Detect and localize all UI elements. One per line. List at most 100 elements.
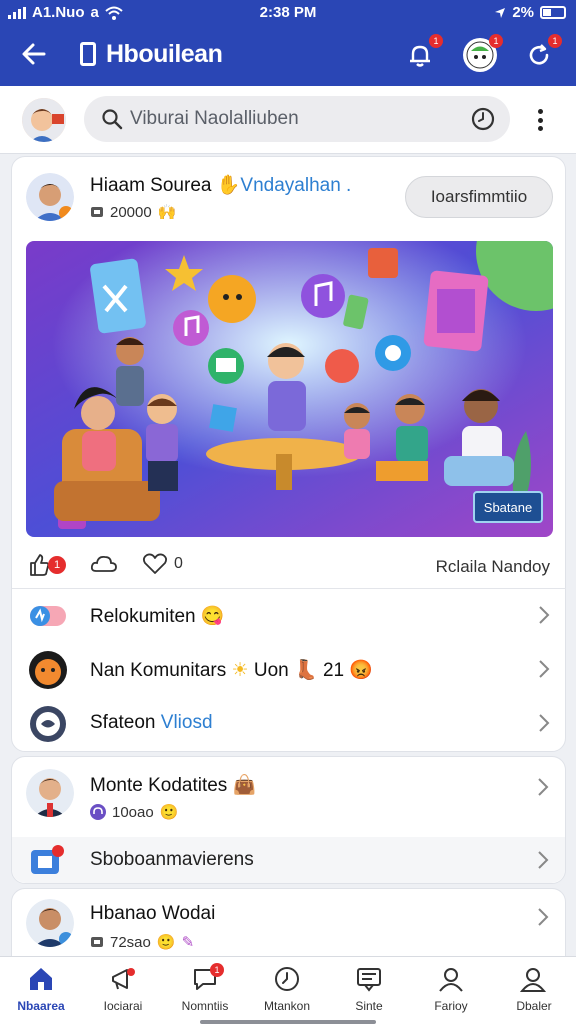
more-options-icon[interactable]	[530, 106, 550, 134]
timer-icon[interactable]	[470, 106, 496, 132]
nav-label: Nomntiis	[181, 999, 229, 1013]
chevron-right-icon	[538, 851, 549, 869]
community-sub-label: Sboboanmavierens	[90, 849, 254, 870]
app-bar: Hbouilean 1 1 1	[0, 26, 576, 86]
speech-bubble-icon	[30, 706, 66, 742]
community-count: 10oao	[112, 803, 154, 821]
chevron-right-icon	[539, 660, 550, 678]
community-2-avatar[interactable]	[26, 899, 74, 947]
arrow-left-icon	[22, 43, 46, 65]
list-item-label: Relokumiten 😋	[90, 606, 225, 627]
chevron-right-icon	[538, 778, 549, 796]
smile-emoji-icon: 🙂	[159, 804, 179, 821]
sticker-icon: ✎	[181, 934, 195, 951]
smile-emoji-icon: 🙂	[156, 934, 176, 951]
follow-button[interactable]: Ioarsfimmtiio	[405, 176, 553, 218]
community-card-2[interactable]: Hbanao Wodai 72sao 🙂 ✎	[11, 888, 566, 964]
chevron-right-icon	[539, 606, 550, 624]
list-item-sfateon[interactable]: Sfateon Vliosd	[12, 697, 566, 751]
list-item-label: Sfateon Vliosd	[90, 712, 213, 733]
search-bar[interactable]	[84, 96, 510, 142]
nav-item-activity[interactable]: Mtankon	[246, 957, 328, 1024]
bag-emoji-icon: 👜	[232, 775, 257, 796]
list-item-komunitars[interactable]: Nan Komunitars ☀ Uon 👢 21 😡	[12, 643, 566, 697]
post-author-avatar[interactable]	[26, 173, 74, 221]
like-badge: 1	[48, 556, 66, 574]
community-face-icon	[29, 651, 67, 689]
search-input[interactable]	[130, 96, 460, 142]
nav-badge: 1	[210, 963, 224, 977]
smile-emoji-icon: 😋	[200, 606, 225, 627]
account-icon	[519, 968, 547, 992]
nav-item-account[interactable]: Dbaler	[492, 957, 576, 1024]
nav-label: Sinte	[355, 999, 383, 1013]
notifications-button[interactable]: 1	[403, 34, 443, 72]
nav-label: Mtankon	[263, 999, 311, 1013]
community-avatar[interactable]	[26, 769, 74, 817]
hero-action-button[interactable]: Sbatane	[473, 491, 543, 523]
list-item-relokumiten[interactable]: Relokumiten 😋	[12, 589, 566, 643]
user-avatar-illustration	[22, 98, 66, 142]
community-2-name[interactable]: Hbanao Wodai	[90, 903, 215, 925]
nav-label: Nbaarea	[17, 999, 65, 1013]
calendar-icon	[31, 845, 64, 874]
post-actions: 1 0 Rclaila Nandoy	[12, 545, 566, 591]
location-icon	[495, 7, 506, 18]
back-button[interactable]	[20, 40, 52, 72]
message-icon	[357, 968, 381, 992]
like-button[interactable]: 1	[28, 553, 66, 577]
toggle-pill-icon	[30, 606, 66, 626]
headphones-icon	[90, 804, 106, 820]
boot-icon: 👢	[293, 660, 318, 681]
community-meta: 10oao 🙂	[90, 803, 178, 821]
refresh-button[interactable]: 1	[522, 34, 562, 72]
list-item-extra-number: 21	[322, 660, 345, 681]
post-meta-count: 20000	[110, 203, 152, 221]
wave-emoji-icon: ✋	[216, 175, 241, 196]
user-avatar[interactable]	[22, 98, 66, 142]
thumbs-up-icon	[30, 554, 50, 576]
post-card: Hiaam Sourea ✋Vndayalhan . 20000 🙌 Ioars…	[11, 156, 566, 752]
battery-icon	[540, 6, 566, 19]
comment-button[interactable]: 0	[142, 553, 183, 575]
post-meta: 20000 🙌	[90, 203, 176, 221]
post-footer-text[interactable]: Rclaila Nandoy	[436, 557, 550, 577]
heart-icon	[142, 553, 168, 574]
list-item-link[interactable]: Vliosd	[161, 712, 213, 733]
nav-label: Iociarai	[103, 999, 143, 1013]
post-author[interactable]: Hiaam Sourea ✋Vndayalhan .	[90, 173, 351, 197]
home-indicator[interactable]	[200, 1020, 376, 1024]
nav-item-notifications[interactable]: 1 Nomntiis	[164, 957, 246, 1024]
profile-badge: 1	[489, 34, 503, 48]
nav-item-profile[interactable]: Farioy	[410, 957, 492, 1024]
status-bar: A1.Nuo a 2:38 PM 2%	[0, 0, 576, 26]
community-card[interactable]: Monte Kodatites 👜 10oao 🙂 Sboboanmaviere…	[11, 756, 566, 884]
reaction-emoji-icon: 🙌	[157, 204, 177, 221]
profile-button[interactable]: 1	[463, 34, 503, 72]
share-button[interactable]	[90, 553, 118, 575]
app-title: Hbouilean	[106, 40, 223, 68]
notifications-badge: 1	[429, 34, 443, 48]
community-2-count: 72sao	[110, 933, 151, 951]
image-count-icon	[91, 207, 103, 217]
community-2-avatar-illustration	[26, 899, 74, 947]
megaphone-icon	[112, 968, 135, 990]
chevron-right-icon	[539, 714, 550, 732]
status-time: 2:38 PM	[259, 4, 317, 21]
community-avatar-illustration	[26, 769, 74, 817]
community-2-meta: 72sao 🙂 ✎	[90, 933, 194, 951]
community-sub-row[interactable]: Sboboanmavierens	[12, 837, 565, 883]
post-hero-image[interactable]: Sbatane	[26, 241, 553, 537]
clock-icon	[275, 967, 299, 991]
community-name[interactable]: Monte Kodatites 👜	[90, 773, 256, 797]
author-avatar-illustration	[26, 173, 74, 221]
nav-item-home[interactable]: Nbaarea	[0, 957, 82, 1024]
nav-item-social[interactable]: Iociarai	[82, 957, 164, 1024]
search-icon	[102, 109, 123, 130]
angry-emoji-icon: 😡	[349, 660, 374, 681]
person-icon	[439, 968, 463, 992]
post-author-link[interactable]: Vndayalhan .	[240, 175, 351, 196]
post-author-name[interactable]: Hiaam Sourea	[90, 175, 211, 196]
battery-percent: 2%	[512, 4, 534, 21]
nav-item-messages[interactable]: Sinte	[328, 957, 410, 1024]
